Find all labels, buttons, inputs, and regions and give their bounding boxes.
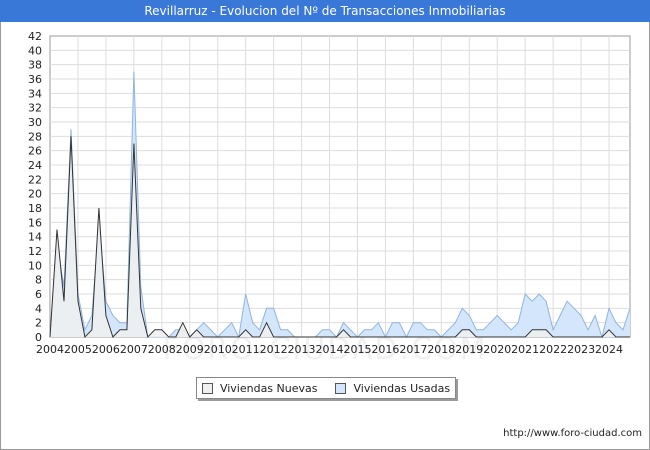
y-tick-labels: 024681012141618202224262830323436384042 (28, 30, 42, 344)
y-tick-label: 38 (28, 59, 42, 72)
y-tick-label: 6 (35, 288, 42, 301)
y-tick-label: 10 (28, 259, 42, 272)
x-tick-labels: 2004 2005 2006 2007 2008 2009 2010 2011 2012 2013… (36, 343, 623, 356)
y-tick-label: 22 (28, 173, 42, 186)
y-tick-label: 18 (28, 202, 42, 215)
y-tick-label: 8 (35, 274, 42, 287)
footer-url: http://www.foro-ciudad.com (503, 428, 642, 439)
x-tick-label: 2010 (204, 343, 232, 356)
y-tick-label: 12 (28, 245, 42, 258)
x-tick-label: 2008 (148, 343, 176, 356)
y-tick-label: 24 (28, 159, 42, 172)
legend-swatch-nuevas (201, 382, 213, 394)
x-tick-label: 2004 (36, 343, 64, 356)
y-tick-label: 40 (28, 44, 42, 57)
x-tick-label: 2016 (371, 343, 399, 356)
legend: Viviendas Nuevas Viviendas Usadas (196, 377, 456, 399)
y-tick-label: 26 (28, 145, 42, 158)
y-tick-label: 2 (35, 317, 42, 330)
x-tick-label: 2015 (343, 343, 371, 356)
x-tick-label: 2021 (511, 343, 539, 356)
x-tick-label: 2013 (288, 343, 316, 356)
y-tick-label: 4 (35, 302, 42, 315)
x-tick-label: 2022 (539, 343, 567, 356)
x-tick-label: 2019 (455, 343, 483, 356)
legend-swatch-usadas (335, 382, 347, 394)
y-tick-label: 16 (28, 216, 42, 229)
legend-entry-usadas: Viviendas Usadas (335, 382, 450, 395)
y-tick-label: 30 (28, 116, 42, 129)
x-tick-label: 2009 (176, 343, 204, 356)
x-tick-label: 2007 (120, 343, 148, 356)
y-tick-label: 20 (28, 188, 42, 201)
series-layer (49, 71, 631, 339)
legend-label-usadas: Viviendas Usadas (353, 381, 451, 395)
legend-entry-nuevas: Viviendas Nuevas (201, 381, 318, 395)
x-tick-label: 2023 (567, 343, 595, 356)
y-tick-label: 14 (28, 231, 42, 244)
chart-svg: 024681012141618202224262830323436384042 … (28, 30, 631, 356)
y-tick-label: 36 (28, 73, 42, 86)
legend-label-nuevas: Viviendas Nuevas (219, 381, 318, 395)
x-tick-label: 2011 (232, 343, 260, 356)
x-tick-label: 2017 (399, 343, 427, 356)
x-tick-label: 2005 (64, 343, 92, 356)
x-tick-label: 2024 (595, 343, 623, 356)
x-tick-label: 2020 (483, 343, 511, 356)
x-tick-label: 2014 (316, 343, 344, 356)
x-tick-label: 2018 (427, 343, 455, 356)
x-tick-label: 2006 (92, 343, 120, 356)
y-tick-label: 34 (28, 87, 42, 100)
y-tick-label: 32 (28, 102, 42, 115)
y-tick-label: 28 (28, 130, 42, 143)
y-tick-label: 42 (28, 30, 42, 43)
x-tick-label: 2012 (260, 343, 288, 356)
